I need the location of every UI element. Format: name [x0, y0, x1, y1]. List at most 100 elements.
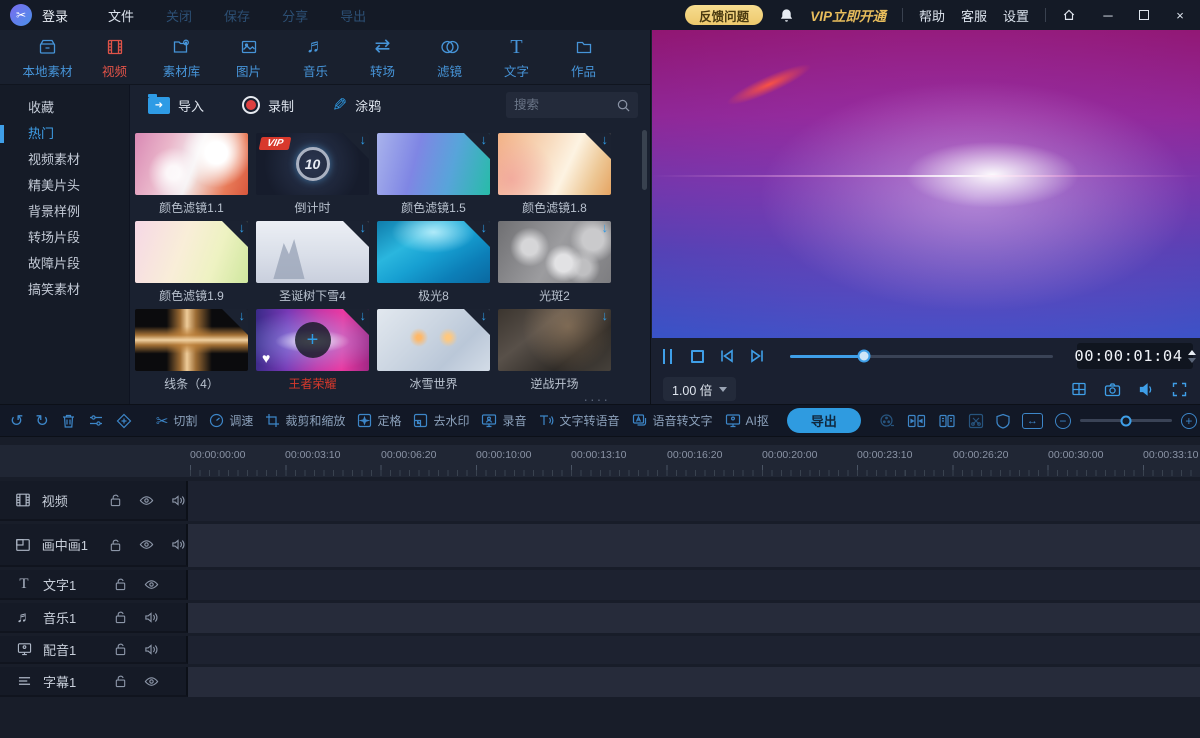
- export-button[interactable]: 导出: [786, 408, 861, 433]
- fit-timeline-icon[interactable]: ↔: [1021, 412, 1043, 429]
- tab-text[interactable]: T 文字: [483, 35, 550, 80]
- download-icon[interactable]: ↓: [481, 133, 488, 147]
- search-input[interactable]: [514, 98, 617, 112]
- next-frame-button[interactable]: [749, 348, 766, 364]
- sidebar-item-transitions[interactable]: 转场片段: [0, 225, 129, 251]
- material-item[interactable]: ↓ 冰雪世界: [377, 309, 490, 390]
- tab-video[interactable]: 视频: [81, 35, 148, 80]
- doodle-button[interactable]: ✎ 涂鸦: [332, 95, 381, 116]
- speaker-icon[interactable]: [144, 611, 159, 624]
- speed-select[interactable]: 1.00 倍: [663, 377, 737, 401]
- eye-icon[interactable]: [144, 578, 159, 591]
- tab-transition[interactable]: ⇄ 转场: [349, 35, 416, 80]
- delete-button[interactable]: [61, 413, 76, 429]
- undo-button[interactable]: ↺: [10, 411, 23, 431]
- pages-icon[interactable]: [938, 413, 956, 429]
- material-item[interactable]: ↓ 圣诞树下雪4: [256, 221, 369, 302]
- login-button[interactable]: 登录: [42, 6, 68, 25]
- sidebar-item-backgrounds[interactable]: 背景样例: [0, 199, 129, 225]
- material-item[interactable]: ↓ 颜色滤镜1.8: [498, 133, 611, 214]
- tool-cut[interactable]: ✂ 切割: [156, 412, 198, 430]
- track-lane-video[interactable]: [188, 481, 1200, 521]
- material-thumbnail[interactable]: ↓: [377, 133, 490, 195]
- timeline-ruler[interactable]: 00:00:00:00 00:00:03:10 00:00:06:20 00:0…: [0, 445, 1200, 477]
- download-icon[interactable]: ↓: [360, 221, 367, 235]
- material-item[interactable]: ↓ 逆战开场: [498, 309, 611, 390]
- download-icon[interactable]: ↓: [239, 309, 246, 323]
- lock-icon[interactable]: [114, 674, 127, 688]
- material-thumbnail[interactable]: ↓: [256, 221, 369, 283]
- material-item-selected[interactable]: + ♥ ↓ 王者荣耀: [256, 309, 369, 390]
- sidebar-item-funny-clips[interactable]: 搞笑素材: [0, 277, 129, 303]
- sidebar-item-intros[interactable]: 精美片头: [0, 173, 129, 199]
- help-link[interactable]: 帮助: [919, 6, 945, 25]
- keyframe-button[interactable]: [116, 413, 132, 429]
- download-icon[interactable]: ↓: [481, 221, 488, 235]
- home-button[interactable]: [1062, 8, 1082, 22]
- lock-icon[interactable]: [114, 577, 127, 591]
- timecode-stepper[interactable]: [1187, 349, 1196, 363]
- material-thumbnail[interactable]: [135, 133, 248, 195]
- panel-resize-handle-icon[interactable]: ····: [583, 392, 610, 406]
- tool-ai[interactable]: AI抠: [725, 412, 769, 429]
- material-thumbnail[interactable]: ↓: [377, 221, 490, 283]
- adjust-button[interactable]: [88, 413, 104, 428]
- menu-file[interactable]: 文件: [108, 6, 134, 25]
- settings-link[interactable]: 设置: [1003, 6, 1029, 25]
- material-thumbnail[interactable]: VIP 10 ↓: [256, 133, 369, 195]
- layout-grid-icon[interactable]: [1071, 381, 1087, 397]
- scrollbar[interactable]: [642, 130, 647, 385]
- support-link[interactable]: 客服: [961, 6, 987, 25]
- minimize-button[interactable]: ─: [1098, 8, 1118, 23]
- tab-stock-library[interactable]: 素材库: [148, 35, 215, 80]
- tab-filter[interactable]: 滤镜: [416, 35, 483, 80]
- track-lane-music[interactable]: [188, 603, 1200, 633]
- zoom-in-button[interactable]: +: [1180, 412, 1197, 429]
- eye-icon[interactable]: [144, 675, 159, 688]
- search-icon[interactable]: [617, 99, 630, 112]
- speaker-icon[interactable]: [171, 494, 186, 507]
- snapshot-camera-icon[interactable]: [1104, 382, 1121, 397]
- material-thumbnail[interactable]: ↓: [498, 133, 611, 195]
- speaker-icon[interactable]: [144, 643, 159, 656]
- material-thumbnail[interactable]: ↓: [135, 309, 248, 371]
- tool-record-audio[interactable]: 录音: [481, 412, 526, 429]
- tab-image[interactable]: 图片: [215, 35, 282, 80]
- material-thumbnail[interactable]: ↓: [135, 221, 248, 283]
- fullscreen-icon[interactable]: [1172, 382, 1187, 397]
- prev-frame-button[interactable]: [718, 348, 735, 364]
- shield-icon[interactable]: [996, 413, 1010, 429]
- material-thumbnail[interactable]: ↓: [377, 309, 490, 371]
- tab-music[interactable]: ♬ 音乐: [282, 35, 349, 80]
- lock-icon[interactable]: [114, 642, 127, 656]
- track-lane-voiceover[interactable]: [188, 636, 1200, 664]
- tool-speech-to-text[interactable]: 语音转文字: [632, 412, 713, 429]
- lock-icon[interactable]: [109, 493, 122, 507]
- vip-upgrade-link[interactable]: VIP立即开通: [810, 5, 886, 25]
- sidebar-item-glitch-clips[interactable]: 故障片段: [0, 251, 129, 277]
- lock-icon[interactable]: [109, 538, 122, 552]
- material-thumbnail[interactable]: + ♥ ↓: [256, 309, 369, 371]
- sidebar-item-video-materials[interactable]: 视频素材: [0, 147, 129, 173]
- material-item[interactable]: VIP 10 ↓ 倒计时: [256, 133, 369, 214]
- trim-scissors-icon[interactable]: [968, 413, 984, 429]
- download-icon[interactable]: ↓: [602, 309, 609, 323]
- download-icon[interactable]: ↓: [602, 133, 609, 147]
- pause-button[interactable]: [663, 348, 677, 364]
- material-item[interactable]: ↓ 光斑2: [498, 221, 611, 302]
- eye-icon[interactable]: [139, 494, 154, 507]
- track-lane-subtitle[interactable]: [188, 667, 1200, 697]
- tool-freeze-frame[interactable]: 定格: [357, 412, 401, 429]
- track-lane-pip[interactable]: [188, 524, 1200, 567]
- tool-crop-zoom[interactable]: 裁剪和缩放: [265, 412, 345, 429]
- tab-works[interactable]: 作品: [550, 35, 617, 80]
- menu-save[interactable]: 保存: [224, 6, 250, 25]
- material-thumbnail[interactable]: ↓: [498, 309, 611, 371]
- zoom-out-button[interactable]: −: [1054, 412, 1071, 429]
- sidebar-item-favorites[interactable]: 收藏: [0, 95, 129, 121]
- material-item[interactable]: ↓ 线条（4）: [135, 309, 248, 390]
- tool-text-to-speech[interactable]: 文字转语音: [538, 412, 620, 429]
- material-thumbnail[interactable]: ↓: [498, 221, 611, 283]
- film-reel-icon[interactable]: [879, 413, 895, 429]
- download-icon[interactable]: ↓: [481, 309, 488, 323]
